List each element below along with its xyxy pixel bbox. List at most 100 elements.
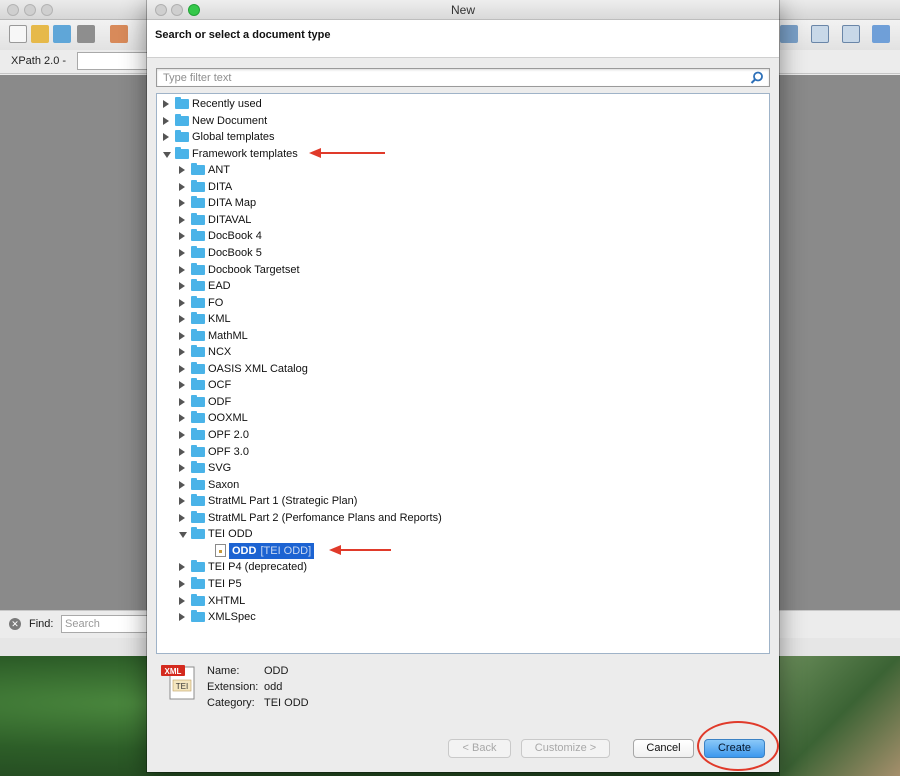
chevron-right-icon[interactable] xyxy=(179,480,185,489)
desktop-background-right xyxy=(780,655,900,776)
tree-item[interactable]: TEI P4 (deprecated) xyxy=(157,559,757,575)
tree-item[interactable]: DocBook 4 xyxy=(157,228,757,244)
chevron-right-icon[interactable] xyxy=(179,331,185,340)
tree-item[interactable]: Recently used xyxy=(157,96,757,112)
chevron-right-icon[interactable] xyxy=(179,282,185,291)
tree-item[interactable]: ANT xyxy=(157,162,757,178)
layout-icon[interactable] xyxy=(780,25,798,43)
chevron-right-icon[interactable] xyxy=(163,100,169,108)
chevron-right-icon[interactable] xyxy=(179,563,185,572)
tree-item-label: OASIS XML Catalog xyxy=(208,362,308,375)
tree-item-label: Framework templates xyxy=(192,147,298,160)
chevron-right-icon[interactable] xyxy=(163,116,169,125)
open-folder-icon[interactable] xyxy=(31,25,49,43)
dialog-titlebar: New xyxy=(147,0,779,20)
tree-item[interactable]: TEI P5 xyxy=(157,576,757,592)
chevron-right-icon[interactable] xyxy=(179,265,185,274)
chevron-right-icon[interactable] xyxy=(179,397,185,406)
close-window-button[interactable] xyxy=(7,4,19,16)
tree-item-label: OOXML xyxy=(208,412,248,425)
chevron-right-icon[interactable] xyxy=(179,447,185,456)
tree-item[interactable]: SVG xyxy=(157,460,757,476)
tree-item[interactable]: Global templates xyxy=(157,129,757,145)
tree-item[interactable]: New Document xyxy=(157,113,757,129)
tree-item-selected[interactable]: ODD [TEI ODD] xyxy=(157,542,757,559)
tree-item[interactable]: XMLSpec xyxy=(157,609,757,625)
transform-icon[interactable] xyxy=(872,25,890,43)
tree-item[interactable]: StratML Part 1 (Strategic Plan) xyxy=(157,493,757,509)
chevron-right-icon[interactable] xyxy=(179,381,185,390)
tree-item[interactable]: XHTML xyxy=(157,593,757,609)
customize-button[interactable]: Customize > xyxy=(521,739,610,758)
tree-item[interactable]: DocBook 5 xyxy=(157,245,757,261)
chevron-right-icon[interactable] xyxy=(179,431,185,439)
folder-icon xyxy=(191,196,205,209)
xquery-icon[interactable] xyxy=(842,25,860,43)
tree-item-label: EAD xyxy=(208,280,231,293)
zoom-window-button[interactable] xyxy=(41,4,53,16)
folder-icon xyxy=(191,428,205,440)
tree-item[interactable]: EAD xyxy=(157,278,757,294)
search-icon[interactable] xyxy=(750,71,764,85)
chevron-right-icon[interactable] xyxy=(179,315,185,324)
tree-item[interactable]: FO xyxy=(157,295,757,311)
chevron-down-icon[interactable] xyxy=(163,151,171,158)
close-find-icon[interactable]: ✕ xyxy=(9,618,21,630)
tree-item[interactable]: KML xyxy=(157,311,757,327)
chevron-right-icon[interactable] xyxy=(179,513,185,522)
tree-item[interactable]: OPF 2.0 xyxy=(157,427,757,443)
tree-item[interactable]: Saxon xyxy=(157,477,757,493)
tree-item[interactable]: Docbook Targetset xyxy=(157,262,757,278)
chevron-right-icon[interactable] xyxy=(179,182,185,191)
chevron-down-icon[interactable] xyxy=(179,532,187,539)
svg-text:XML: XML xyxy=(165,667,182,676)
tree-item[interactable]: StratML Part 2 (Perfomance Plans and Rep… xyxy=(157,510,757,526)
back-button[interactable]: < Back xyxy=(448,739,511,758)
chevron-right-icon[interactable] xyxy=(179,414,185,423)
xslt-icon[interactable] xyxy=(811,25,829,43)
tree-item[interactable]: OOXML xyxy=(157,410,757,426)
minimize-window-button[interactable] xyxy=(24,4,36,16)
tree-item[interactable]: OPF 3.0 xyxy=(157,444,757,460)
tree-item-label: DITAVAL xyxy=(208,213,252,226)
tree-item[interactable]: OASIS XML Catalog xyxy=(157,361,757,377)
tree-item[interactable]: OCF xyxy=(157,377,757,393)
cancel-button[interactable]: Cancel xyxy=(633,739,694,758)
open-url-icon[interactable] xyxy=(53,25,71,43)
find-input[interactable]: Search xyxy=(61,615,151,633)
tree-item[interactable]: DITAVAL xyxy=(157,212,757,228)
dialog-heading: Search or select a document type xyxy=(155,29,331,41)
tree-item[interactable]: NCX xyxy=(157,344,757,360)
chevron-right-icon[interactable] xyxy=(179,596,185,605)
chevron-right-icon[interactable] xyxy=(163,133,169,142)
chevron-right-icon[interactable] xyxy=(179,348,185,357)
chevron-right-icon[interactable] xyxy=(179,364,185,373)
filter-input[interactable] xyxy=(163,71,733,85)
chevron-right-icon[interactable] xyxy=(179,199,185,208)
tree-item[interactable]: TEI ODD xyxy=(157,526,757,542)
print-icon[interactable] xyxy=(110,25,128,43)
chevron-right-icon[interactable] xyxy=(179,166,185,175)
category-value: TEI ODD xyxy=(264,697,309,709)
new-file-icon[interactable] xyxy=(9,25,27,43)
chevron-right-icon[interactable] xyxy=(179,215,185,224)
tree-item[interactable]: ODF xyxy=(157,394,757,410)
chevron-right-icon[interactable] xyxy=(179,248,185,257)
chevron-right-icon[interactable] xyxy=(179,298,185,307)
save-icon[interactable] xyxy=(77,25,95,43)
folder-icon xyxy=(191,394,205,407)
chevron-right-icon[interactable] xyxy=(179,232,185,241)
tree-item[interactable]: DITA xyxy=(157,179,757,195)
chevron-right-icon[interactable] xyxy=(179,464,185,473)
tree-item[interactable]: DITA Map xyxy=(157,195,757,211)
chevron-right-icon[interactable] xyxy=(179,613,185,622)
chevron-right-icon[interactable] xyxy=(179,579,185,588)
tree-item[interactable]: Framework templates xyxy=(157,146,757,162)
new-document-dialog: New Search or select a document type Rec… xyxy=(147,0,779,772)
tree-item-label: OPF 2.0 xyxy=(208,429,249,441)
tree-item-label: XHTML xyxy=(208,594,246,607)
chevron-right-icon[interactable] xyxy=(179,497,185,506)
xpath-version-dropdown[interactable]: XPath 2.0 - xyxy=(11,55,66,67)
xpath-input[interactable] xyxy=(77,52,149,70)
tree-item[interactable]: MathML xyxy=(157,328,757,344)
